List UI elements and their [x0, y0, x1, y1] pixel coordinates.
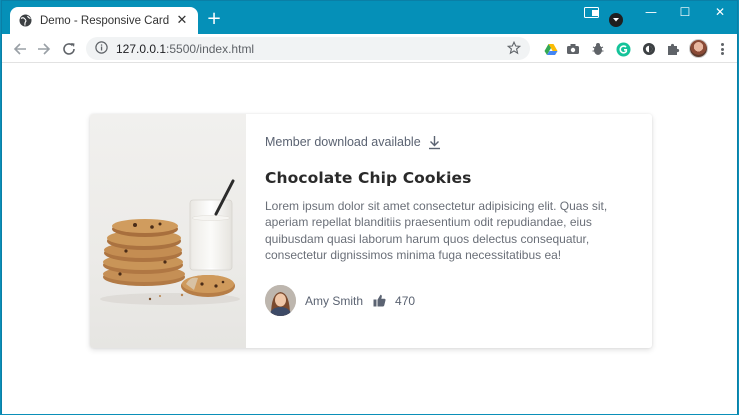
like-count: 470 [395, 293, 416, 308]
color-picker-icon[interactable] [641, 41, 657, 57]
maximize-button[interactable]: ☐ [668, 1, 702, 23]
forward-button[interactable] [34, 39, 54, 59]
card-body: Member download available Chocolate Chip… [246, 114, 652, 348]
author-avatar[interactable] [265, 285, 296, 316]
browser-tab[interactable]: Demo - Responsive Card Compo ✕ [10, 7, 198, 34]
extensions-puzzle-icon[interactable] [665, 41, 681, 57]
thumbs-up-icon[interactable] [372, 294, 386, 308]
browser-menu-icon[interactable] [716, 41, 728, 57]
grammarly-icon[interactable] [615, 41, 631, 57]
author-name[interactable]: Amy Smith [305, 294, 363, 308]
cookies-and-milk-image [90, 114, 246, 348]
url-path: :5500/index.html [166, 41, 255, 56]
url-text: 127.0.0.1:5500/index.html [116, 42, 254, 56]
author-row: Amy Smith 470 [265, 285, 415, 316]
recipe-card: Member download available Chocolate Chip… [90, 114, 652, 348]
camera-icon[interactable] [565, 41, 581, 57]
browser-toolbar: 127.0.0.1:5500/index.html [2, 34, 737, 63]
minimize-button[interactable]: — [634, 1, 668, 23]
back-button[interactable] [10, 39, 30, 59]
bug-extension-icon[interactable] [590, 41, 606, 57]
window-profile-icon[interactable] [584, 4, 600, 18]
card-description: Lorem ipsum dolor sit amet consectetur a… [265, 199, 608, 262]
new-tab-button[interactable]: + [205, 10, 223, 28]
bookmark-star-icon[interactable] [506, 40, 522, 56]
card-title: Chocolate Chip Cookies [265, 169, 472, 187]
page-content: Member download available Chocolate Chip… [2, 63, 737, 414]
tab-title: Demo - Responsive Card Compo [40, 14, 170, 27]
google-drive-icon[interactable] [543, 41, 559, 57]
close-window-button[interactable]: ✕ [703, 1, 737, 23]
globe-icon [18, 14, 32, 28]
member-download-row[interactable]: Member download available [265, 131, 632, 153]
info-icon[interactable] [95, 39, 108, 58]
tab-bar: Demo - Responsive Card Compo ✕ + — ☐ ✕ [2, 1, 737, 34]
member-download-text: Member download available [265, 135, 421, 149]
tab-close-icon[interactable]: ✕ [174, 13, 190, 29]
address-bar[interactable]: 127.0.0.1:5500/index.html [86, 37, 530, 60]
url-host: 127.0.0.1 [116, 41, 167, 56]
download-icon[interactable] [428, 134, 442, 150]
profile-avatar[interactable] [689, 39, 708, 58]
browser-window: Demo - Responsive Card Compo ✕ + — ☐ ✕ [1, 0, 738, 414]
tab-search-icon[interactable] [609, 13, 623, 27]
reload-button[interactable] [59, 39, 79, 59]
